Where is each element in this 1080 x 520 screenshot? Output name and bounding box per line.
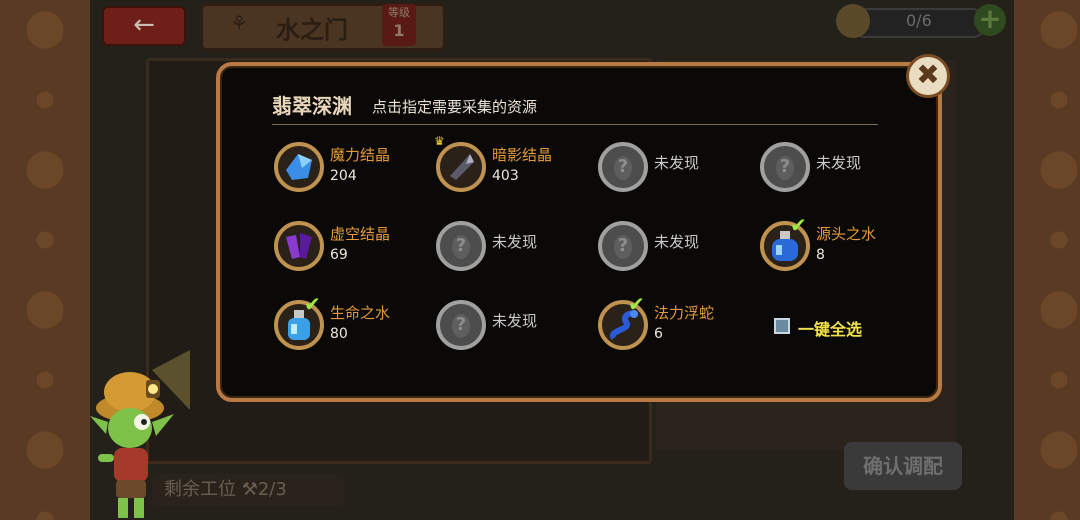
resource-name: 法力浮蛇 xyxy=(654,304,715,322)
question-mark-icon: ? xyxy=(452,235,470,259)
resource-name: 未发现 xyxy=(654,154,700,172)
shadow-crystal-icon xyxy=(436,142,486,192)
worker-count: 0/6 xyxy=(906,11,932,30)
resource-item[interactable]: ♛ 暗影结晶 403 xyxy=(434,134,596,196)
resource-count: 80 xyxy=(330,326,348,342)
resource-count: 403 xyxy=(492,168,519,184)
confirm-button[interactable]: 确认调配 xyxy=(844,442,962,490)
close-button[interactable]: ✖ xyxy=(906,54,950,98)
right-pattern-strip xyxy=(1014,0,1080,520)
resource-item: ? 未发现 xyxy=(760,140,920,196)
resource-name: 魔力结晶 xyxy=(330,146,391,164)
level-label: 等级 xyxy=(388,6,410,19)
modal-divider xyxy=(272,124,878,125)
question-mark-icon: ? xyxy=(776,156,794,180)
resource-item[interactable]: 虚空结晶 69 xyxy=(274,219,434,275)
gate-emblem-icon: ⚘ xyxy=(230,11,248,35)
unknown-icon: ? xyxy=(598,221,648,271)
resource-item: ? 未发现 xyxy=(598,219,758,275)
unknown-icon: ? xyxy=(598,142,648,192)
checkmark-icon: ✔ xyxy=(790,213,807,237)
select-all-label: 一键全选 xyxy=(798,320,863,339)
level-value: 1 xyxy=(393,21,405,40)
resource-count: 6 xyxy=(654,326,663,342)
modal-subtitle: 点击指定需要采集的资源 xyxy=(372,98,538,116)
resource-item: ? 未发现 xyxy=(598,140,758,196)
modal-title: 翡翠深渊 xyxy=(272,94,352,118)
checkmark-icon: ✔ xyxy=(304,292,321,316)
unknown-icon: ? xyxy=(436,221,486,271)
resource-name: 未发现 xyxy=(492,312,538,330)
unknown-icon: ? xyxy=(436,300,486,350)
page-title: 水之门 xyxy=(276,16,348,44)
goblin-miner-character xyxy=(90,350,190,518)
back-button[interactable]: ← xyxy=(102,6,186,46)
select-all-checkbox[interactable] xyxy=(774,318,790,334)
resource-count: 69 xyxy=(330,247,348,263)
resource-name: 虚空结晶 xyxy=(330,225,391,243)
blue-crystal-icon xyxy=(274,142,324,192)
add-worker-button[interactable]: + xyxy=(974,4,1006,36)
resource-item: ? 未发现 xyxy=(436,219,596,275)
question-mark-icon: ? xyxy=(614,156,632,180)
resource-name: 生命之水 xyxy=(330,304,391,322)
resource-name: 源头之水 xyxy=(816,225,877,243)
level-badge: 等级 1 xyxy=(382,4,416,46)
resource-item: ? 未发现 xyxy=(436,298,596,354)
resource-item[interactable]: ✔ 生命之水 80 xyxy=(274,292,434,354)
question-mark-icon: ? xyxy=(452,314,470,338)
checkmark-icon: ✔ xyxy=(628,292,645,316)
crown-icon: ♛ xyxy=(434,134,445,148)
left-pattern-strip xyxy=(0,0,90,520)
resource-count: 204 xyxy=(330,168,357,184)
resource-name: 暗影结晶 xyxy=(492,146,553,164)
unknown-icon: ? xyxy=(760,142,810,192)
resource-name: 未发现 xyxy=(492,233,538,251)
resource-item[interactable]: ✔ 法力浮蛇 6 xyxy=(598,292,758,354)
question-mark-icon: ? xyxy=(614,235,632,259)
resource-item[interactable]: 魔力结晶 204 xyxy=(274,140,434,196)
resource-name: 未发现 xyxy=(654,233,700,251)
worker-avatar-icon xyxy=(836,4,870,38)
resource-item[interactable]: ✔ 源头之水 8 xyxy=(760,213,920,275)
resource-name: 未发现 xyxy=(816,154,862,172)
resource-count: 8 xyxy=(816,247,825,263)
void-crystal-icon xyxy=(274,221,324,271)
